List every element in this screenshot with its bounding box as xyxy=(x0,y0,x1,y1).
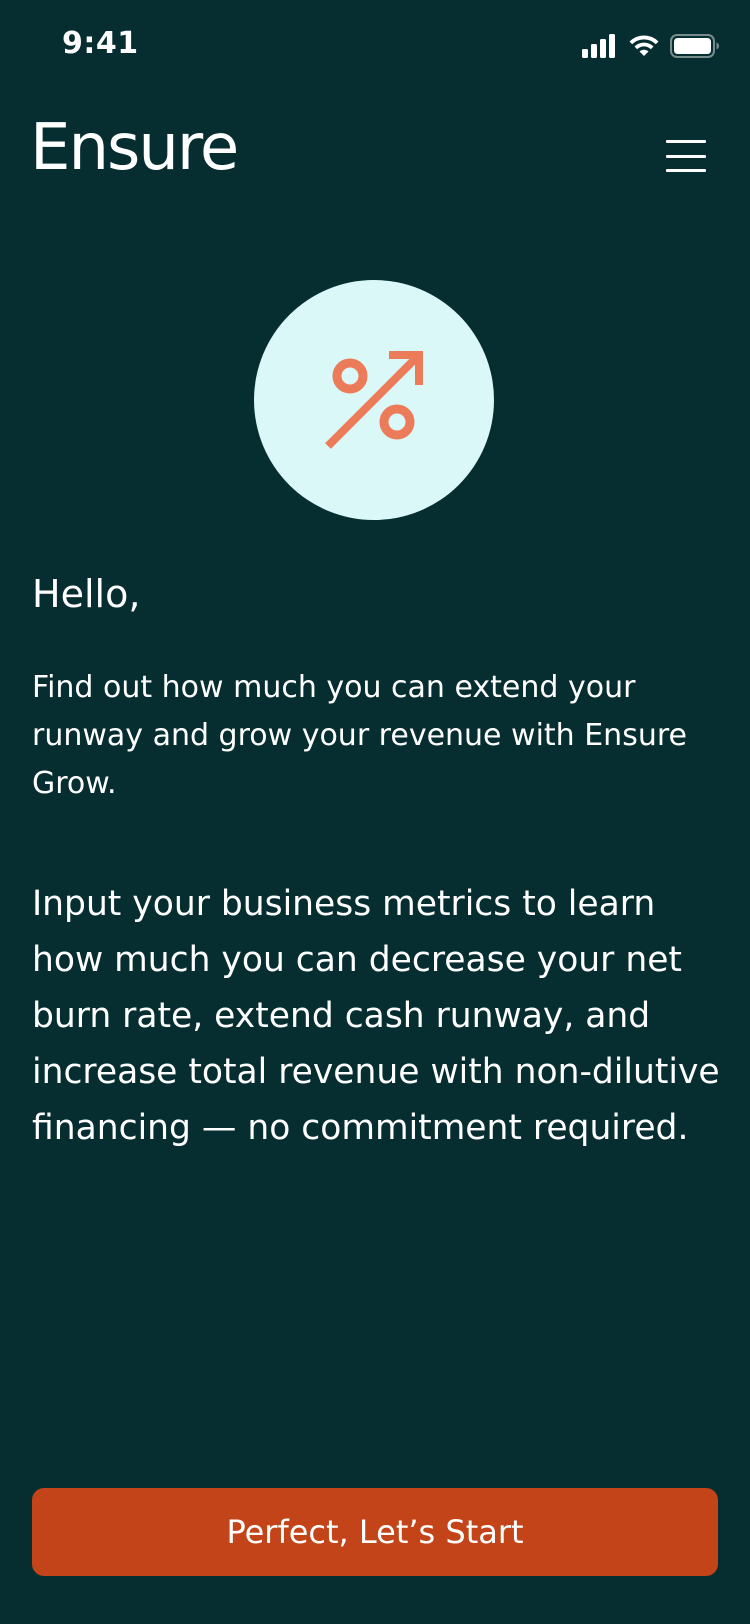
status-bar: 9:41 xyxy=(0,0,750,88)
menu-line xyxy=(666,140,706,143)
start-button[interactable]: Perfect, Let’s Start xyxy=(32,1488,718,1576)
status-icons xyxy=(582,32,720,60)
intro-text: Find out how much you can extend your ru… xyxy=(32,670,687,801)
description-text: Input your business metrics to learn how… xyxy=(32,884,720,1148)
menu-line xyxy=(666,169,706,172)
hero-icon-circle xyxy=(254,280,494,520)
greeting-heading: Hello, xyxy=(32,572,141,616)
app-header: Ensure xyxy=(0,112,750,212)
ensure-logo[interactable]: Ensure xyxy=(30,116,239,180)
hamburger-menu-icon[interactable] xyxy=(666,140,706,172)
battery-icon xyxy=(670,34,719,58)
percent-growth-arrow-icon xyxy=(325,351,423,449)
menu-line xyxy=(666,154,706,158)
status-time: 9:41 xyxy=(62,26,139,61)
wifi-icon xyxy=(629,35,659,56)
cellular-signal-icon xyxy=(582,34,615,58)
